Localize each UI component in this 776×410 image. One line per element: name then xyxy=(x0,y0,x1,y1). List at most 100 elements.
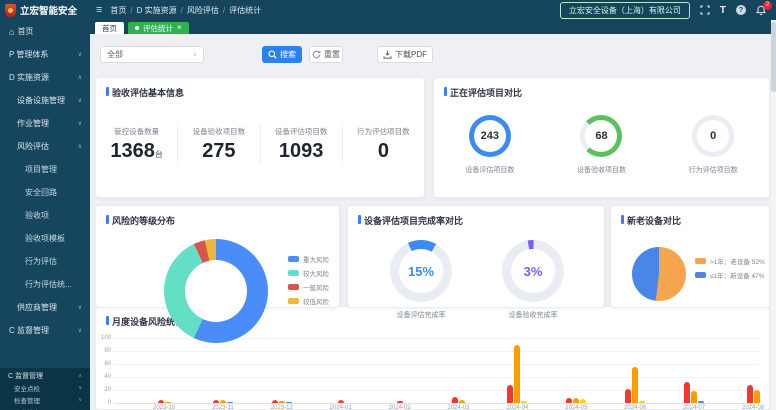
sidebar-item[interactable]: 设备设施管理∨ xyxy=(0,89,90,112)
breadcrumb-item-home[interactable]: 首页 xyxy=(110,5,126,16)
tab-home[interactable]: 首页 xyxy=(95,22,124,34)
sidebar-item-label: 行为评估统... xyxy=(25,279,72,290)
x-axis-label: 2024-05 xyxy=(554,405,598,409)
sidebar-item[interactable]: ⌂首页 xyxy=(0,20,90,43)
card-in-progress-title: 正在评估项目对比 xyxy=(444,86,522,99)
sidebar-item[interactable]: 风险评估∧ xyxy=(0,135,90,158)
logo: 立宏智能安全 xyxy=(0,3,90,17)
tab-evaluation-stats[interactable]: 评估统计 × xyxy=(128,22,189,34)
filter-select-value: 全部 xyxy=(107,49,123,60)
legend-chip xyxy=(695,272,706,278)
menu-toggle-icon[interactable]: ≡ xyxy=(96,4,102,16)
device-age-legend: >1年：老设备 52%≤1年：新设备 47% xyxy=(695,256,765,284)
refresh-icon xyxy=(312,50,321,59)
sidebar-item[interactable]: 验收项模板 xyxy=(0,227,90,250)
legend-item: >1年：老设备 52% xyxy=(695,256,765,266)
ring-hole: 0 xyxy=(697,120,729,152)
card-completion-rate-title: 设备评估项目完成率对比 xyxy=(358,214,463,227)
sidebar-submenu: C 监督管理∧安全点检∨检查管理∨隐患排查∨问题调查∨ xyxy=(0,368,90,410)
sidebar-item[interactable]: 作业管理∨ xyxy=(0,112,90,135)
fullscreen-icon[interactable] xyxy=(700,5,710,15)
card-in-progress: 正在评估项目对比 243设备评估项目数68设备验收项目数0行为评估项目数 xyxy=(433,77,770,198)
app-title: 立宏智能安全 xyxy=(20,3,77,17)
sidebar-item[interactable]: C 监督管理∨ xyxy=(0,319,90,342)
legend-chip xyxy=(695,258,706,264)
stat-column: 管控设备数量1368台 xyxy=(96,124,177,164)
card-device-age-title: 新老设备对比 xyxy=(621,214,681,227)
sidebar-submenu-item[interactable]: 安全点检∨ xyxy=(0,382,90,394)
y-axis-tick: 80 xyxy=(96,348,111,354)
company-button[interactable]: 立宏安全设备（上海）有限公司 xyxy=(560,2,690,19)
ring-value: 15% xyxy=(408,264,434,279)
stat-label: 行为评估项目数 xyxy=(343,126,424,137)
font-size-icon[interactable]: T xyxy=(720,5,726,16)
sidebar-submenu-header[interactable]: C 监督管理∧ xyxy=(0,369,90,382)
bar xyxy=(213,400,219,403)
x-axis-label: 2024-07 xyxy=(672,405,716,409)
topbar: 立宏智能安全 ≡ 首页/ D 实施资源/ 风险评估/ 评估统计 立宏安全设备（上… xyxy=(0,0,776,20)
help-icon[interactable]: ? xyxy=(736,5,746,15)
sidebar-item[interactable]: D 实施资源∧ xyxy=(0,66,90,89)
legend-chip xyxy=(288,298,299,304)
sidebar-item-label: 安全回路 xyxy=(25,187,57,198)
x-axis-line xyxy=(114,403,759,404)
filter-select[interactable]: 全部 ∨ xyxy=(100,46,204,63)
legend-item: 较大风险 xyxy=(288,268,329,278)
stat-unit: 台 xyxy=(155,150,163,159)
notification-badge: 2 xyxy=(763,1,772,10)
chevron-down-icon: ∨ xyxy=(78,120,82,127)
reset-button[interactable]: 重置 xyxy=(309,46,343,63)
progress-ring: 15% xyxy=(390,240,452,302)
sidebar: ⌂首页P 管理体系∨D 实施资源∧设备设施管理∨作业管理∨风险评估∧项目管理安全… xyxy=(0,20,90,410)
search-button[interactable]: 搜索 xyxy=(262,46,302,63)
x-axis-label: 2023-11 xyxy=(201,405,245,409)
sidebar-submenu-item[interactable]: 隐患排查∨ xyxy=(0,406,90,410)
stat-value: 0 xyxy=(343,140,424,162)
sidebar-item[interactable]: 行为评估 xyxy=(0,250,90,273)
x-axis-label: 2024-03 xyxy=(437,405,481,409)
sidebar-submenu-item[interactable]: 检查管理∨ xyxy=(0,394,90,406)
bar xyxy=(507,385,513,403)
card-basic-info: 验收评估基本信息 管控设备数量1368台设备验收项目数275设备评估项目数109… xyxy=(95,77,425,198)
x-axis-label: 2024-08 xyxy=(731,405,769,409)
download-pdf-button[interactable]: 下载PDF xyxy=(377,46,433,63)
breadcrumb-item-resources[interactable]: D 实施资源 xyxy=(137,5,177,16)
app-root: 立宏智能安全 ≡ 首页/ D 实施资源/ 风险评估/ 评估统计 立宏安全设备（上… xyxy=(0,0,776,410)
sidebar-item-label: P 管理体系 xyxy=(9,49,48,60)
legend-chip xyxy=(288,270,299,276)
chevron-down-icon: ∨ xyxy=(78,304,82,311)
tab-close-icon[interactable]: × xyxy=(177,24,182,32)
sidebar-item[interactable]: P 管理体系∨ xyxy=(0,43,90,66)
scrollbar-thumb[interactable] xyxy=(771,22,776,92)
sidebar-item[interactable]: 验收项 xyxy=(0,204,90,227)
chevron-down-icon: ∨ xyxy=(78,327,82,334)
sidebar-item[interactable]: 行为评估统... xyxy=(0,273,90,296)
bar xyxy=(754,390,760,403)
legend-label: 较大风险 xyxy=(303,268,329,278)
sidebar-item[interactable]: 安全回路 xyxy=(0,181,90,204)
breadcrumb-item-stats[interactable]: 评估统计 xyxy=(229,5,261,16)
bar xyxy=(338,400,344,403)
sidebar-item-label: 验收项模板 xyxy=(25,233,65,244)
ring-value: 243 xyxy=(481,130,499,142)
breadcrumb-item-risk[interactable]: 风险评估 xyxy=(187,5,219,16)
ring-value: 3% xyxy=(524,264,543,279)
y-axis-tick: 20 xyxy=(96,387,111,393)
legend-item: 较低风险 xyxy=(288,296,329,306)
breadcrumb-separator: / xyxy=(130,6,132,15)
sidebar-item-label: 设备设施管理 xyxy=(17,95,65,106)
bar xyxy=(566,398,572,403)
progress-ring: 0 xyxy=(692,115,734,157)
sidebar-item[interactable]: 供应商管理∨ xyxy=(0,296,90,319)
legend-label: 一般风险 xyxy=(303,282,329,292)
notifications-bell-icon[interactable]: 2 xyxy=(756,5,766,16)
sidebar-item-label: 验收项 xyxy=(25,210,49,221)
chevron-down-icon: ∨ xyxy=(193,51,197,58)
sidebar-item[interactable]: 项目管理 xyxy=(0,158,90,181)
chevron-up-icon: ∧ xyxy=(78,143,82,150)
bar xyxy=(521,401,527,403)
progress-ring: 243 xyxy=(469,115,511,157)
ring-label: 设备验收完成率 xyxy=(509,310,558,320)
chevron-up-icon: ∧ xyxy=(78,74,82,81)
stat-value: 1093 xyxy=(261,140,342,162)
